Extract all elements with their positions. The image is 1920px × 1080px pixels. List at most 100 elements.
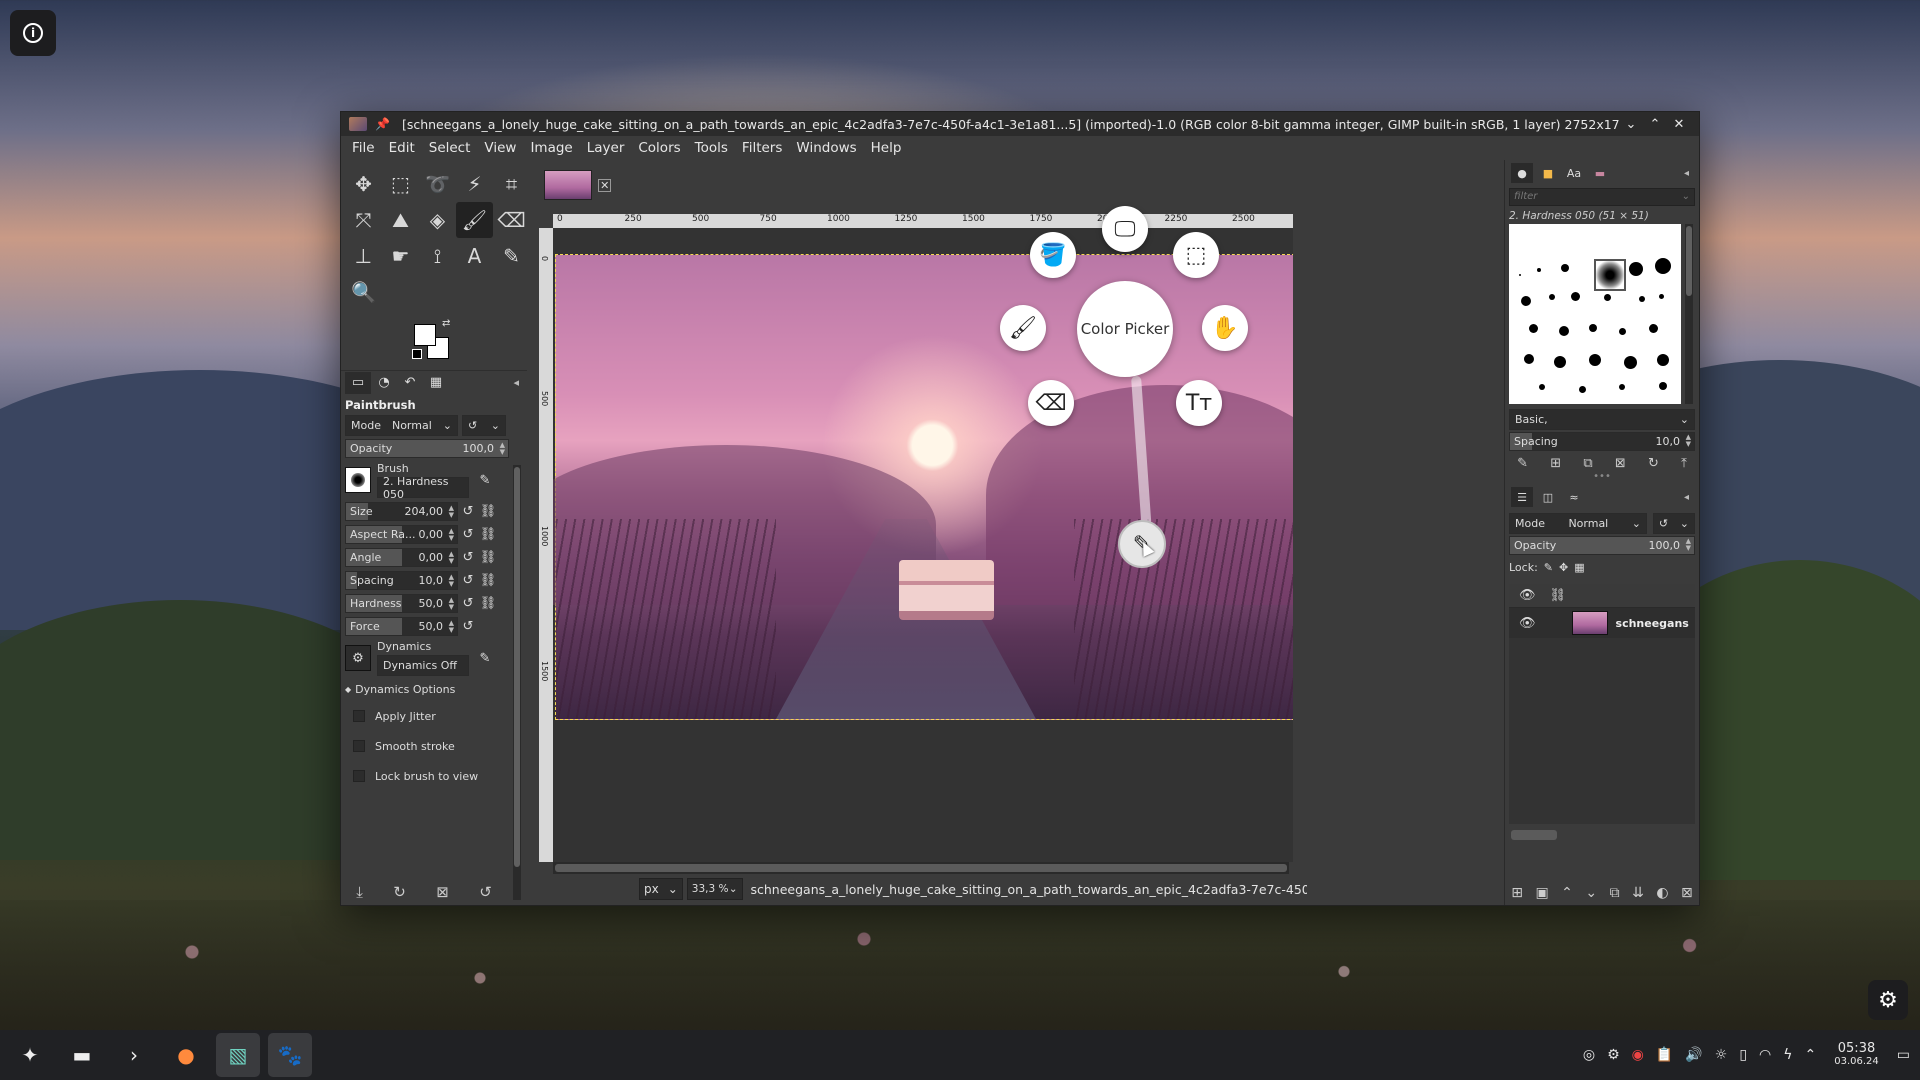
spin-arrows-icon[interactable]: ▲ ▼ [1686,538,1691,552]
lock-pixels-icon[interactable]: ✎ [1544,561,1553,574]
text-tool-icon[interactable]: A [456,238,493,274]
patterns-tab-icon[interactable]: ■ [1537,163,1559,183]
dock-menu-icon[interactable]: ◂ [1684,492,1689,503]
brush-tile[interactable] [1629,262,1643,276]
dynamics-preview[interactable]: ⚙ [345,645,371,671]
lock-brush-row[interactable]: Lock brush to view [341,761,527,791]
image-canvas[interactable] [553,254,1293,720]
brush-tile[interactable] [1571,292,1580,301]
images-tab-icon[interactable]: ▦ [423,372,449,394]
paths-tool-icon[interactable]: ⟟ [419,238,456,274]
clipboard-tray-icon[interactable]: 📋 [1656,1047,1673,1063]
brush-tile[interactable] [1639,296,1645,302]
undo-history-tab-icon[interactable]: ↶ [397,372,423,394]
pin-icon[interactable]: 📌 [375,117,390,131]
pie-pan-icon[interactable]: ✋ [1202,305,1248,351]
apply-jitter-checkbox[interactable] [353,710,365,722]
menu-colors[interactable]: Colors [631,140,687,156]
expander-icon[interactable]: ◆ [345,685,351,694]
brush-tile[interactable] [1649,324,1658,333]
reset-icon[interactable]: ↺ [458,527,478,542]
pie-menu-center[interactable]: Color Picker [1077,281,1173,377]
brush-tile[interactable] [1549,294,1555,300]
spin-arrows-icon[interactable]: ▲ ▼ [449,619,454,634]
brush-spacing-slider[interactable]: Spacing 10,0 ▲ ▼ [1509,431,1695,451]
brush-tile[interactable] [1619,328,1626,335]
file-manager-icon[interactable]: ▬ [60,1033,104,1077]
brush-tile[interactable] [1559,326,1569,336]
smooth-stroke-checkbox[interactable] [353,740,365,752]
lock-alpha-icon[interactable]: ▦ [1574,561,1584,574]
foreground-color[interactable] [414,324,436,346]
smudge-tool-icon[interactable]: ☛ [382,238,419,274]
opacity-slider[interactable]: Opacity 100,0 ▲ ▼ [345,439,509,458]
menu-image[interactable]: Image [523,140,579,156]
brush-tile[interactable] [1659,294,1664,299]
refresh-brushes-icon[interactable]: ↻ [1648,456,1659,471]
pie-screenshot-icon[interactable]: 🖵 [1102,206,1148,252]
lasso-tool-icon[interactable]: ➰ [419,166,456,202]
brush-tile[interactable] [1519,274,1521,276]
spin-arrows-icon[interactable]: ▲ ▼ [449,504,454,519]
edit-dynamics-icon[interactable]: ✎ [475,651,495,666]
brush-tile[interactable] [1657,354,1669,366]
maximize-button[interactable]: ⌃ [1643,117,1667,132]
device-status-tab-icon[interactable]: ◔ [371,372,397,394]
menu-edit[interactable]: Edit [382,140,422,156]
slider-2[interactable]: Angle 0,00 ▲ ▼ [345,548,458,567]
pie-select-icon[interactable]: ⬚ [1173,232,1219,278]
spin-arrows-icon[interactable]: ▲ ▼ [1686,434,1691,448]
reset-icon[interactable]: ↺ [458,573,478,588]
slider-1[interactable]: Aspect Ra... 0,00 ▲ ▼ [345,525,458,544]
brush-tag-combo[interactable]: Basic, ⌄ [1509,408,1695,430]
paintbrush-tool-icon[interactable]: 🖌 [456,202,493,238]
dynamics-field[interactable]: Dynamics Off [377,655,469,676]
color-picker-tool-icon[interactable]: ✎ [493,238,530,274]
merge-layer-icon[interactable]: ⇊ [1632,885,1644,901]
tray-expand-icon[interactable]: ⌃ [1805,1047,1817,1063]
terminal-icon[interactable]: › [112,1033,156,1077]
mode-combo[interactable]: Mode Normal ⌄ [345,415,458,436]
raise-layer-icon[interactable]: ⌃ [1561,885,1573,901]
unit-selector[interactable]: px ⌄ [639,878,683,900]
dock-separator[interactable]: ••• [1505,472,1699,484]
swap-colors-icon[interactable]: ⇄ [442,318,450,329]
brush-tile[interactable] [1537,268,1541,272]
brush-tile[interactable] [1655,258,1671,274]
brush-filter-input[interactable]: filter ⌄ [1509,188,1695,206]
rect-select-tool-icon[interactable]: ⬚ [382,166,419,202]
minimize-button[interactable]: ⌄ [1619,117,1643,132]
clone-tool-icon[interactable]: ⊥ [345,238,382,274]
brush-grid-scrollbar[interactable] [1685,224,1693,404]
image-tab[interactable]: ✕ [541,166,611,204]
clock[interactable]: 05:38 03.06.24 [1834,1042,1879,1068]
save-options-icon[interactable]: ⤓ [356,883,363,901]
brightness-icon[interactable]: ☼ [1715,1047,1728,1063]
pie-paint-icon[interactable]: 🖌 [1000,305,1046,351]
link-icon[interactable]: ⛓ [478,527,498,542]
brush-tile[interactable] [1529,324,1538,333]
channels-tab-icon[interactable]: ◫ [1537,487,1559,507]
smooth-stroke-row[interactable]: Smooth stroke [341,731,527,761]
reset-icon[interactable]: ↺ [458,550,478,565]
edit-brush-icon[interactable]: ✎ [1517,456,1528,471]
zoom-selector[interactable]: 33,3 % ⌄ [686,878,743,900]
canvas-area[interactable] [553,228,1293,862]
slider-5[interactable]: Force 50,0 ▲ ▼ [345,617,458,636]
menu-help[interactable]: Help [864,140,909,156]
slider-0[interactable]: Size 204,00 ▲ ▼ [345,502,458,521]
layers-list[interactable]: 👁 ⛓ 👁 schneegans [1509,584,1695,840]
brushes-tab-icon[interactable]: ● [1511,163,1533,183]
reset-icon[interactable]: ↺ [458,504,478,519]
menu-view[interactable]: View [477,140,523,156]
brush-tile[interactable] [1561,264,1569,272]
info-button[interactable]: i [10,10,56,56]
mode-reset-combo[interactable]: ↺ ⌄ [462,415,506,436]
lock-brush-checkbox[interactable] [353,770,365,782]
selected-brush-tile[interactable] [1594,259,1626,291]
slider-4[interactable]: Hardness 50,0 ▲ ▼ [345,594,458,613]
layer-mode-reset-combo[interactable]: ↺ ⌄ [1652,512,1695,534]
delete-brush-icon[interactable]: ⊠ [1615,456,1626,471]
close-button[interactable]: ✕ [1667,117,1691,132]
pie-eraser-icon[interactable]: ⌫ [1028,380,1074,426]
